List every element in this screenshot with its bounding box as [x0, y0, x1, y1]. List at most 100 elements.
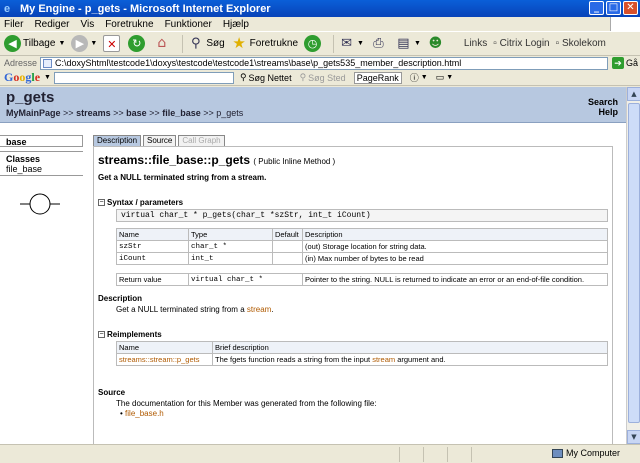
collapse-icon[interactable]: − [98, 199, 105, 206]
page-title: p_gets [6, 89, 55, 106]
breadcrumb-item[interactable]: streams [76, 108, 111, 118]
link-citrix[interactable]: ▫ Citrix Login [493, 38, 549, 49]
table-row: streams::stream::p_gets The fgets functi… [116, 353, 608, 366]
search-link[interactable]: Search [588, 97, 618, 107]
edit-button[interactable]: ▤ ▼ [395, 35, 421, 52]
stop-icon: ✕ [103, 35, 121, 52]
back-button[interactable]: ◀ Tilbage ▼ [4, 35, 65, 52]
print-button[interactable]: ⎙ [370, 35, 389, 52]
tab-source[interactable]: Source [143, 135, 177, 146]
pagerank-indicator[interactable]: PageRank [353, 71, 402, 84]
home-button[interactable]: ⌂ [153, 35, 172, 52]
syntax-section-heading[interactable]: − Syntax / parameters [98, 198, 608, 207]
return-value-row: Return value virtual char_t * Pointer to… [116, 273, 608, 286]
page-icon: ▫ [493, 38, 497, 49]
window-titlebar: e My Engine - p_gets - Microsoft Interne… [0, 0, 640, 17]
address-label: Adresse [4, 58, 38, 68]
breadcrumb-item[interactable]: base [126, 108, 147, 118]
go-button[interactable]: ➔ Gå [612, 57, 638, 69]
google-search-site-button[interactable]: ⚲ Søg Sted [300, 72, 346, 83]
address-input[interactable]: C:\doxyShtml\testcode1\doxys\testcode\te… [40, 56, 609, 70]
member-subtitle: ( Public Inline Method ) [253, 157, 336, 166]
table-header-row: Name Type Default Description [116, 228, 608, 241]
status-bar: My Computer [0, 444, 640, 463]
messenger-button[interactable]: ☻ [427, 35, 446, 52]
forward-button[interactable]: ▶ ▼ [71, 35, 97, 52]
link-skolekom[interactable]: ▫ Skolekom [556, 38, 606, 49]
history-icon: ◷ [304, 35, 322, 52]
scroll-up-arrow-icon[interactable]: ▲ [627, 87, 640, 101]
bullet-icon: • [120, 409, 123, 418]
mail-button[interactable]: ✉ ▼ [338, 35, 364, 52]
folder-icon: ▭ [435, 72, 445, 82]
chevron-down-icon[interactable]: ▼ [44, 74, 51, 81]
close-button[interactable]: ✕ [623, 1, 638, 15]
classes-list: Classes file_base [0, 151, 83, 176]
google-info-button[interactable]: ⓘ ▼ [410, 71, 428, 84]
tab-call-graph: Call Graph [178, 135, 225, 146]
menu-tools[interactable]: Funktioner [165, 19, 212, 30]
table-spacer [117, 265, 608, 274]
stream-link[interactable]: stream [372, 355, 395, 364]
breadcrumb-item[interactable]: MyMainPage [6, 108, 61, 118]
forward-arrow-icon: ▶ [71, 35, 89, 52]
help-link[interactable]: Help [588, 107, 618, 117]
google-logo[interactable]: Google [4, 70, 40, 85]
class-item[interactable]: file_base [0, 164, 83, 175]
menu-favorites[interactable]: Foretrukne [105, 19, 153, 30]
scroll-down-arrow-icon[interactable]: ▼ [627, 430, 640, 444]
description-panel: streams::file_base::p_gets ( Public Inli… [93, 146, 613, 444]
menu-help[interactable]: Hjælp [223, 19, 249, 30]
address-bar: Adresse C:\doxyShtml\testcode1\doxys\tes… [0, 56, 640, 70]
star-icon: ★ [232, 34, 246, 52]
breadcrumb-current: p_gets [216, 108, 244, 118]
minimize-button[interactable]: _ [589, 1, 604, 15]
favorites-button[interactable]: ★ Foretrukne [231, 35, 298, 52]
window-title: My Engine - p_gets - Microsoft Internet … [20, 2, 271, 15]
chevron-down-icon: ▼ [413, 40, 421, 47]
tab-description[interactable]: Description [93, 135, 142, 146]
stop-button[interactable]: ✕ [103, 35, 122, 52]
description-heading: Description [98, 294, 143, 303]
chevron-down-icon: ▼ [90, 40, 98, 47]
history-button[interactable]: ◷ [304, 35, 323, 52]
doc-header: p_gets MyMainPage >> streams >> base >> … [0, 87, 626, 123]
google-search-web-button[interactable]: ⚲ Søg Nettet [240, 72, 292, 83]
search-button[interactable]: ⚲ Søg [187, 35, 225, 52]
stream-link[interactable]: stream [247, 305, 271, 314]
source-file-link[interactable]: file_base.h [125, 409, 164, 418]
windows-logo-icon [610, 17, 640, 31]
google-folder-button[interactable]: ▭ ▼ [436, 72, 453, 83]
menu-view[interactable]: Vis [80, 19, 94, 30]
google-toolbar: Google ▼ ⚲ Søg Nettet ⚲ Søg Sted PageRan… [0, 70, 640, 86]
back-arrow-icon: ◀ [4, 35, 21, 52]
mail-icon: ✉ [341, 36, 352, 51]
menu-file[interactable]: Filer [4, 19, 23, 30]
reimplements-section-heading[interactable]: − Reimplements [98, 330, 608, 339]
breadcrumb-item[interactable]: file_base [162, 108, 201, 118]
maximize-button[interactable]: □ [606, 1, 621, 15]
status-pane [424, 446, 448, 462]
header-links: Search Help [588, 97, 618, 117]
chevron-down-icon: ▼ [357, 40, 364, 47]
reimpl-link[interactable]: streams::stream::p_gets [116, 353, 213, 366]
search-label: Søg [206, 38, 225, 49]
reimplements-table: Name Brief description streams::stream::… [116, 341, 608, 366]
scroll-thumb[interactable] [628, 103, 640, 423]
refresh-icon: ↻ [128, 35, 146, 52]
vertical-scrollbar[interactable]: ▲ ▼ [626, 87, 640, 444]
refresh-button[interactable]: ↻ [128, 35, 147, 52]
google-search-input[interactable] [53, 71, 234, 84]
chevron-down-icon[interactable]: ▼ [58, 40, 65, 47]
messenger-icon: ☻ [428, 36, 443, 51]
links-bar: Links ▫ Citrix Login ▫ Skolekom [464, 38, 606, 49]
menu-bar: Filer Rediger Vis Foretrukne Funktioner … [0, 17, 640, 31]
browser-toolbar: ◀ Tilbage ▼ ▶ ▼ ✕ ↻ ⌂ ⚲ Søg ★ Foretrukne… [0, 31, 640, 56]
namespace-box[interactable]: base [0, 135, 83, 147]
source-heading: Source [98, 388, 126, 397]
table-header-row: Name Brief description [116, 341, 608, 354]
collapse-icon[interactable]: − [98, 331, 105, 338]
menu-edit[interactable]: Rediger [34, 19, 69, 30]
computer-icon [551, 448, 563, 458]
member-diagram-icon [20, 193, 60, 215]
